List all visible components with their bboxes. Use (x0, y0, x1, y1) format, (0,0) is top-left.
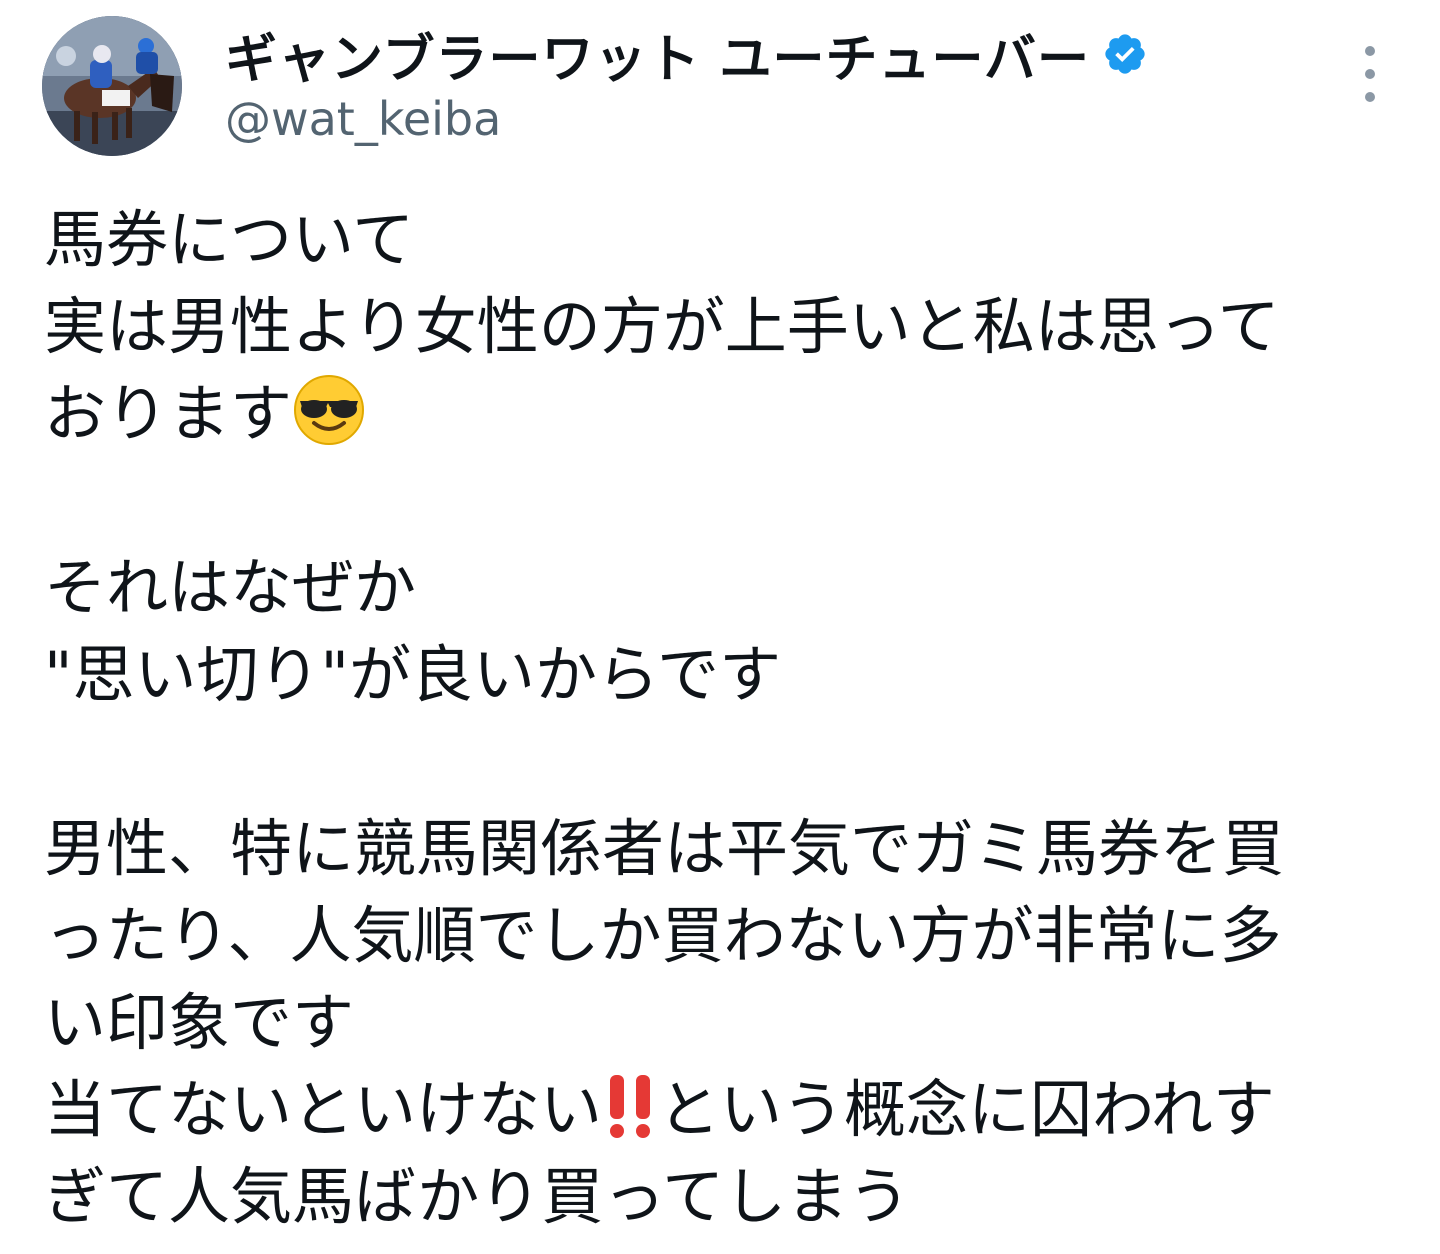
tweet-line-11-text: 当てないといけない (44, 1073, 603, 1146)
display-name[interactable]: ギャンブラーワット ユーチューバー (225, 17, 1090, 92)
more-vertical-icon (1365, 46, 1375, 56)
tweet-line-5: それはなぜか (44, 551, 417, 624)
author-block: ギャンブラーワット ユーチューバー @wat_keiba (225, 22, 1148, 146)
more-button[interactable] (1346, 46, 1394, 102)
handle[interactable]: @wat_keiba (225, 92, 1148, 146)
blank-line-2 (44, 718, 1404, 805)
tweet-line-11-after: という概念に囚われす (658, 1073, 1275, 1146)
tweet-text: 馬券について 実は男性より女性の方が上手いと私は思って おります それはなぜか … (44, 196, 1404, 1240)
tweet-line-6: "思い切り"が良いからです (44, 638, 782, 711)
tweet-line-10: い印象です (44, 986, 355, 1059)
tweet-line-3: おります (44, 370, 1404, 457)
tweet-line-12: ぎて人気馬ばかり買ってしまう (44, 1160, 911, 1233)
tweet-line-11: 当てないといけない という概念に囚われす (44, 1066, 1404, 1153)
more-vertical-icon-dot-2 (1365, 69, 1375, 79)
tweet-line-1: 馬券について (44, 203, 415, 276)
tweet-line-8: 男性、特に競馬関係者は平気でガミ馬券を買 (44, 812, 1285, 885)
smiling-face-with-sunglasses-emoji (292, 373, 366, 469)
more-vertical-icon-dot-3 (1365, 92, 1375, 102)
tweet-line-3-text: おります (44, 377, 293, 450)
verified-badge-icon[interactable] (1102, 31, 1148, 77)
avatar[interactable] (42, 16, 182, 156)
name-row: ギャンブラーワット ユーチューバー (225, 22, 1148, 90)
tweet: ギャンブラーワット ユーチューバー @wat_keiba 馬券について 実は男性… (0, 0, 1440, 1254)
tweet-line-9: ったり、人気順でしか買わない方が非常に多 (44, 899, 1282, 972)
avatar-horse-race-photo (42, 16, 182, 156)
tweet-line-2: 実は男性より女性の方が上手いと私は思って (44, 290, 1280, 363)
double-exclamation-mark-emoji (602, 1069, 658, 1165)
